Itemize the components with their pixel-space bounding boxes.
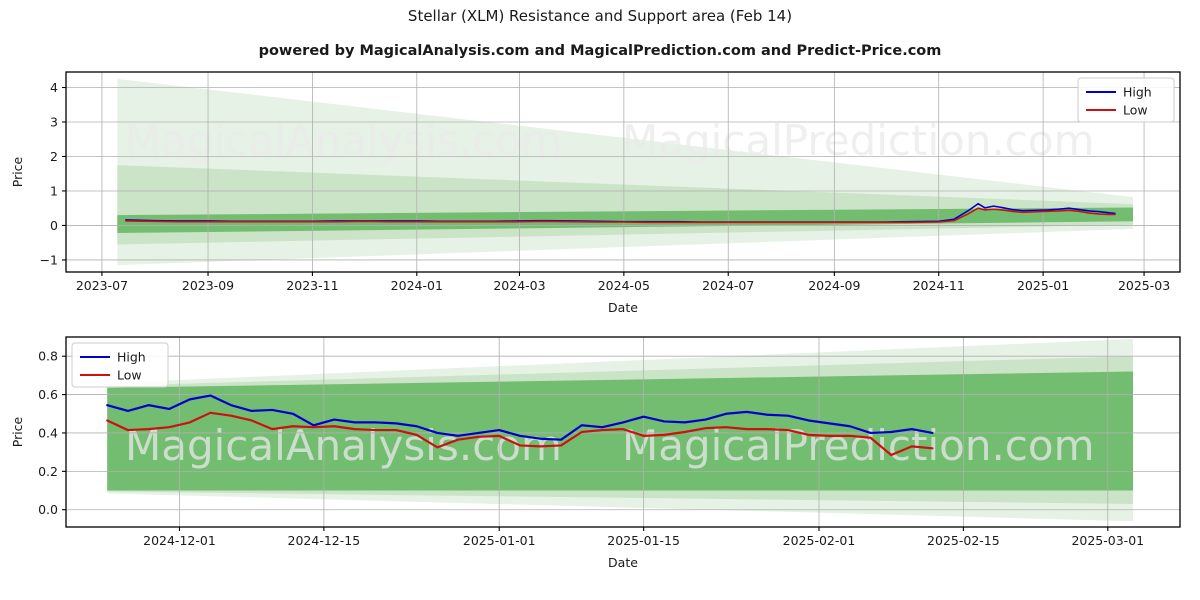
x-tick-label: 2025-03 xyxy=(1118,278,1170,293)
x-tick-label: 2024-05 xyxy=(598,278,650,293)
x-tick-label: 2024-09 xyxy=(808,278,860,293)
chart-page: Stellar (XLM) Resistance and Support are… xyxy=(0,0,1200,600)
x-tick-label: 2024-11 xyxy=(913,278,965,293)
x-tick-label: 2025-01 xyxy=(1017,278,1069,293)
x-tick-label: 2024-12-15 xyxy=(288,533,361,548)
y-tick-label: 2 xyxy=(50,149,58,164)
y-tick-label: 0 xyxy=(50,218,58,233)
x-tick-label: 2024-01 xyxy=(391,278,443,293)
legend-label-low: Low xyxy=(1123,103,1148,118)
legend-label-low: Low xyxy=(117,368,142,383)
y-tick-label: 0.4 xyxy=(38,425,58,440)
y-tick-label: 0.6 xyxy=(38,387,58,402)
x-tick-label: 2025-01-01 xyxy=(463,533,536,548)
y-tick-label: 0.2 xyxy=(38,464,58,479)
y-tick-label: 0.8 xyxy=(38,349,58,364)
watermark-right: MagicalPrediction.com xyxy=(622,116,1095,165)
x-tick-label: 2025-03-01 xyxy=(1071,533,1144,548)
axes-overview: MagicalAnalysis.com MagicalPrediction.com… xyxy=(10,71,1181,315)
axes-zoom: MagicalAnalysis.com MagicalPrediction.com… xyxy=(10,336,1181,570)
x-tick-label: 2025-02-15 xyxy=(927,533,1000,548)
legend-label-high: High xyxy=(1123,85,1152,100)
x-tick-label: 2024-12-01 xyxy=(143,533,216,548)
legend-zoom[interactable]: High Low xyxy=(71,342,169,388)
y-tick-label: 4 xyxy=(50,80,58,95)
x-tick-label: 2024-07 xyxy=(702,278,754,293)
legend-overview[interactable]: High Low xyxy=(1077,77,1175,123)
x-tick-label: 2025-02-01 xyxy=(783,533,856,548)
x-axis-label: Date xyxy=(608,300,638,315)
y-tick-label: 1 xyxy=(50,183,58,198)
y-tick-label: −1 xyxy=(40,252,58,267)
x-tick-label: 2023-09 xyxy=(182,278,234,293)
y-tick-label: 0.0 xyxy=(38,502,58,517)
x-tick-label: 2023-11 xyxy=(286,278,338,293)
y-tick-label: 3 xyxy=(50,115,58,130)
x-axis-label: Date xyxy=(608,555,638,570)
figure-canvas: MagicalAnalysis.com MagicalPrediction.com… xyxy=(10,71,1181,570)
x-tick-label: 2024-03 xyxy=(493,278,545,293)
x-tick-label: 2025-01-15 xyxy=(607,533,680,548)
legend-label-high: High xyxy=(117,350,146,365)
x-tick-label: 2023-07 xyxy=(76,278,128,293)
watermark-left: MagicalAnalysis.com xyxy=(125,116,562,165)
y-axis-label: Price xyxy=(10,416,25,447)
y-axis-label: Price xyxy=(10,156,25,187)
